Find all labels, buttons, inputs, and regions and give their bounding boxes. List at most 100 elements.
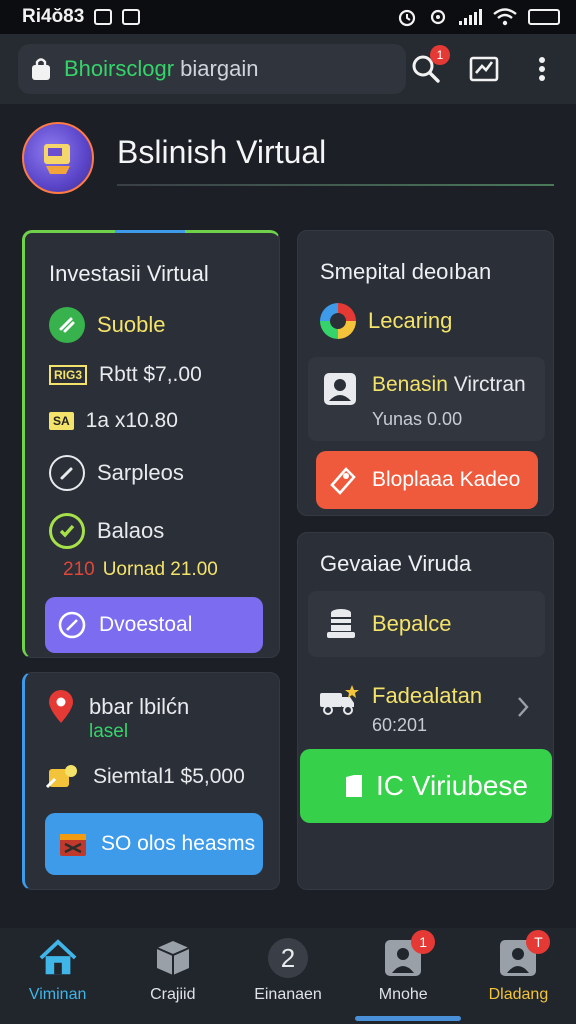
wifi-icon (493, 8, 517, 26)
photo-icon (94, 9, 113, 25)
invest-surplus-label: Sarpleos (97, 460, 184, 485)
balance-prefix: 210 (63, 559, 95, 580)
nav-item-people[interactable]: 1 Mnohe (346, 928, 461, 1024)
cloud-icon (122, 9, 141, 25)
location-title: bbar lbilćn (89, 694, 190, 719)
search-button[interactable]: 1 (410, 45, 450, 85)
notification-badge: 1 (430, 45, 450, 65)
alarm-icon (398, 9, 416, 27)
virtual-card: Gevaiae Viruda Bepalce Fadealatan 60:201… (297, 532, 554, 890)
home-indicator[interactable] (355, 1016, 461, 1021)
virtual-balance-row[interactable]: Bepalce (308, 591, 545, 657)
bottom-navigation: Viminan Crajiid 2 Einanaen 1 Mnohe T Dla… (0, 928, 576, 1024)
virtual-item-title: Fadealatan (372, 683, 483, 708)
search-bar[interactable]: Bhoirsclogr biargain (18, 44, 406, 94)
nav-label-number: Einanaen (254, 986, 322, 1003)
more-vertical-icon (539, 57, 545, 81)
coin-stack-icon (327, 609, 355, 638)
location-amount-row: Siemtal1 $5,000 (45, 761, 245, 793)
invest-action-label: Dvoestoal (99, 613, 193, 636)
invest-action-button[interactable]: Dvoestoal (45, 597, 263, 653)
balance-text: Uornad 21.00 (102, 559, 218, 580)
virtual-action-label: IC Viriubese (376, 770, 529, 801)
chevron-right-icon (518, 697, 529, 717)
battery-icon (528, 9, 560, 25)
page-title: Bslinish Virtual (117, 134, 327, 170)
location-action-label: SO olos heasms (101, 832, 256, 855)
virtual-balance-label: Bepalce (372, 611, 452, 636)
learning-row[interactable]: Lecaring (320, 303, 452, 339)
signal-icon (459, 9, 482, 25)
location-pin-icon (49, 690, 73, 723)
invest-card: Investasii Virtual Suoble RIG3 Rbtt $7,.… (22, 230, 280, 658)
invest-balance-row: Balaos (49, 513, 164, 549)
status-bar: Ri4ŏ83 (0, 0, 576, 34)
search-text: Bhoirsclogr biargain (64, 56, 259, 81)
location-action-button[interactable]: SO olos heasms (45, 813, 263, 875)
learning-item-title: Benasin Virctran (372, 373, 526, 396)
box-icon (153, 938, 193, 978)
nav-item-number[interactable]: 2 Einanaen (230, 928, 345, 1024)
invest-card-title: Investasii Virtual (49, 261, 209, 286)
check-rocket-icon (49, 307, 85, 343)
nav-item-home[interactable]: Viminan (0, 928, 115, 1024)
location-title-row: bbar lbilćn (45, 689, 189, 725)
price-tag: RIG3 (49, 365, 88, 385)
location-subtitle: lasel (89, 721, 129, 742)
invest-balance-detail: 210 Uornad 21.00 (63, 559, 218, 581)
invest-qty-text: 1a x10.80 (85, 409, 178, 432)
person-card-icon (324, 373, 356, 405)
nav-label-home: Viminan (28, 986, 87, 1003)
invest-status-label: Suoble (97, 312, 166, 337)
invest-surplus-row: Sarpleos (49, 455, 184, 491)
bag-icon (32, 58, 50, 80)
learning-card: Smepital deoıban Lecaring Benasin Virctr… (297, 230, 554, 516)
header-divider (117, 184, 554, 186)
learning-label: Lecaring (368, 308, 453, 333)
box-logo-icon (44, 144, 70, 174)
invest-status-row: Suoble (49, 307, 166, 343)
nav-item-crate[interactable]: Crajiid (115, 928, 230, 1024)
check-circle-icon (49, 513, 85, 549)
people-icon: 1 (383, 930, 436, 978)
invest-qty-row: SA 1a x10.80 (49, 409, 178, 433)
invest-price-row: RIG3 Rbtt $7,.00 (49, 363, 202, 387)
virtual-action-button[interactable]: IC Viriubese (300, 749, 552, 823)
tag-icon (330, 467, 356, 495)
status-time: Ri4ŏ83 (22, 6, 85, 27)
learning-card-title: Smepital deoıban (320, 259, 492, 284)
location-card: bbar lbilćn lasel Siemtal1 $5,000 SO olo… (22, 672, 280, 890)
location-amount: Siemtal1 $5,000 (93, 765, 245, 788)
invest-balance-label: Balaos (97, 518, 165, 543)
coins-key-icon (45, 765, 77, 789)
learning-item[interactable]: Benasin Virctran Yunas 0.00 (308, 357, 545, 441)
crate-icon (60, 834, 86, 856)
learning-action-button[interactable]: Bloplaaa Kadeo (316, 451, 538, 509)
learning-wheel-icon (320, 303, 356, 339)
vibrate-icon (430, 9, 446, 25)
virtual-item-row[interactable]: Fadealatan 60:201 (308, 671, 545, 745)
nav-badge-profile: T (526, 930, 551, 954)
nav-label-crate: Crajiid (150, 986, 196, 1003)
delivery-truck-icon (320, 685, 359, 715)
top-bar: Bhoirsclogr biargain 1 (0, 34, 576, 104)
nav-label-profile: Dladang (488, 986, 549, 1003)
home-icon (38, 938, 78, 978)
more-menu-button[interactable] (526, 53, 558, 85)
compass-icon (58, 611, 86, 639)
card-accent-bar (115, 230, 185, 233)
learning-action-label: Bloplaaa Kadeo (372, 468, 521, 491)
chart-button[interactable] (468, 53, 500, 85)
invest-price-text: Rbtt $7,.00 (99, 363, 202, 386)
virtual-item-sub: 60:201 (372, 715, 428, 735)
document-icon (346, 775, 362, 797)
chart-icon (469, 56, 499, 82)
learning-item-sub: Yunas 0.00 (372, 409, 463, 429)
virtual-card-title: Gevaiae Viruda (320, 551, 472, 576)
gauge-icon (49, 455, 85, 491)
profile-icon: T (498, 930, 551, 978)
qty-tag: SA (49, 412, 74, 430)
nav-badge-people: 1 (411, 930, 436, 954)
nav-item-profile[interactable]: T Dladang (461, 928, 576, 1024)
page-header: Bslinish Virtual (22, 122, 554, 194)
